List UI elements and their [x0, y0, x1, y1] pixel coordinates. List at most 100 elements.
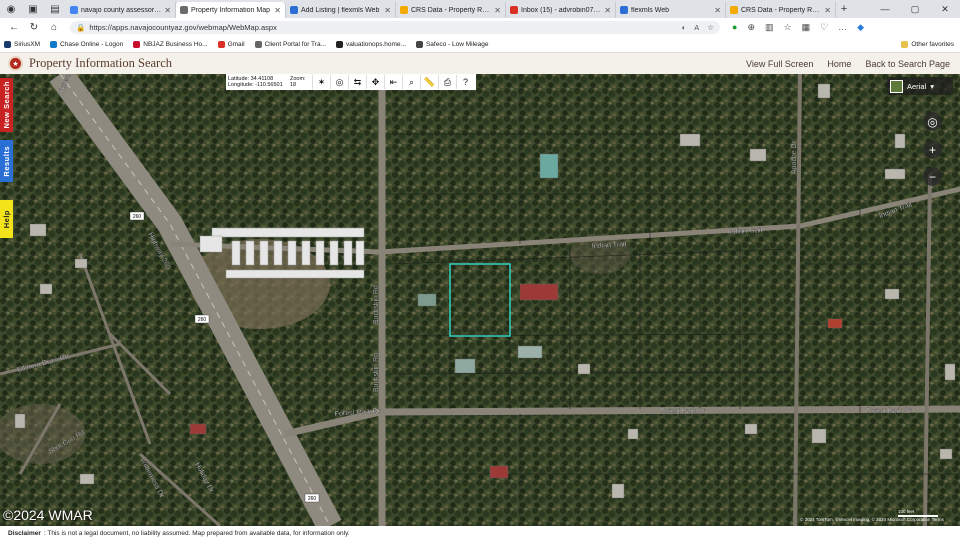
folder-icon — [901, 40, 909, 48]
tab-title: Property Information Map — [191, 6, 270, 14]
bookmark-item[interactable]: Chase Online - Logon — [50, 40, 124, 48]
label-apache-dr: Apache Dr — [791, 140, 798, 174]
zoom-in-button[interactable]: + — [923, 140, 942, 159]
view-full-screen-link[interactable]: View Full Screen — [746, 59, 813, 69]
more-icon[interactable]: … — [838, 22, 847, 33]
address-bar-row: ← ↻ ⌂ 🔒 https://apps.navajocountyaz.gov/… — [0, 18, 960, 36]
help-tab[interactable]: Help — [0, 200, 13, 238]
back-to-search-link[interactable]: Back to Search Page — [865, 59, 950, 69]
tab-title: CRS Data - Property Report fo — [741, 6, 821, 14]
bookmark-label: NBJAZ Business Ho... — [143, 40, 208, 48]
browser-tab[interactable]: Property Information Map ✕ — [176, 2, 286, 18]
measure-tool-icon[interactable]: ⇆ — [348, 75, 366, 89]
locate-me-icon[interactable]: ◎ — [923, 112, 942, 131]
disclaimer-text: : This is not a legal document, no liabi… — [43, 529, 350, 537]
basemap-switcher[interactable]: Aerial ▾ — [887, 77, 953, 95]
ruler-tool-icon[interactable]: 📏 — [420, 75, 438, 89]
browser-tab[interactable]: Inbox (15) - advrobin07@gmai✕ — [506, 2, 616, 18]
close-tab-icon[interactable]: ✕ — [714, 6, 721, 15]
county-seal-icon: ★ — [8, 56, 23, 71]
new-tab-button[interactable]: + — [836, 3, 852, 15]
tab-favicon — [70, 6, 78, 14]
bookmark-item[interactable]: Gmail — [217, 40, 245, 48]
select-tool-icon[interactable]: ⌕ — [402, 75, 420, 89]
url-field[interactable]: 🔒 https://apps.navajocountyaz.gov/webmap… — [70, 20, 720, 34]
extension-icon[interactable]: ⊕ — [747, 22, 755, 33]
window-controls: — ▢ ✕ — [870, 4, 960, 15]
bookmark-icon — [4, 40, 11, 48]
scale-bar: 100 feet — [898, 509, 938, 517]
bookmark-icon — [335, 40, 343, 48]
favorite-star-icon[interactable]: ☆ — [707, 23, 714, 32]
minimize-icon[interactable]: — — [870, 4, 900, 15]
bookmark-icon — [133, 40, 141, 48]
copilot-icon[interactable]: ◆ — [857, 22, 864, 33]
pan-tool-icon[interactable]: ✥ — [366, 75, 384, 89]
help-icon[interactable]: ? — [456, 75, 474, 89]
results-tab[interactable]: Results — [0, 140, 13, 182]
profile-icon[interactable]: ◉ — [0, 0, 22, 18]
page-title: Property Information Search — [29, 56, 173, 70]
label-buckskin-rd-2: Buckskin Rd — [373, 353, 380, 392]
label-buckskin-rd-1: Buckskin Rd — [373, 285, 380, 324]
browser-tab[interactable]: Add Listing | flexmls Web ✕ — [286, 2, 396, 18]
collections-icon[interactable]: ▦ — [802, 22, 811, 33]
bookmark-item[interactable]: valuationops.home... — [335, 40, 406, 48]
tab-actions-icon[interactable]: ▤ — [44, 0, 66, 18]
new-search-tab[interactable]: New Search — [0, 78, 13, 132]
close-tab-icon[interactable]: ✕ — [604, 6, 611, 15]
basemap-label: Aerial — [907, 81, 927, 91]
print-icon[interactable]: ⎙ — [438, 75, 456, 89]
browser-tab[interactable]: CRS Data - Property Report fo✕ — [396, 2, 506, 18]
tab-title: Add Listing | flexmls Web — [301, 6, 380, 14]
read-aloud-icon[interactable]: A — [694, 23, 699, 32]
bookmark-label: Chase Online - Logon — [60, 40, 124, 48]
longitude-readout: Longitude: -110.56501 — [228, 82, 283, 88]
close-window-icon[interactable]: ✕ — [930, 4, 960, 15]
split-screen-icon[interactable]: ▥ — [765, 22, 774, 33]
chevron-down-icon: ▾ — [930, 81, 934, 91]
home-icon[interactable]: ⌂ — [44, 22, 64, 33]
maximize-icon[interactable]: ▢ — [900, 4, 930, 15]
bookmark-item[interactable]: NBJAZ Business Ho... — [133, 40, 208, 48]
tab-favicon — [290, 6, 298, 14]
map-credit: © 2024 TomTom, ©Vexcel Imaging, © 2024 M… — [800, 517, 944, 522]
close-tab-icon[interactable]: ✕ — [384, 6, 391, 15]
bookmark-item[interactable]: SiriusXM — [4, 40, 41, 48]
label-forest-park-2: Forest Park Dr — [660, 408, 706, 415]
zoom-out-button[interactable]: − — [923, 167, 942, 186]
browser-tab[interactable]: CRS Data - Property Report fo✕ — [726, 2, 836, 18]
identify-tool-icon[interactable]: ◎ — [330, 75, 348, 89]
close-tab-icon[interactable]: ✕ — [274, 6, 281, 15]
bookmark-item[interactable]: Safeco - Low Mileage — [415, 40, 488, 48]
refresh-icon[interactable]: ↻ — [24, 22, 44, 33]
watermark: ©2024 WMAR — [3, 507, 93, 523]
tab-favicon — [510, 6, 518, 14]
bookmark-label: SiriusXM — [14, 40, 41, 48]
browser-tab[interactable]: flexmls Web ✕ — [616, 2, 726, 18]
back-arrow-icon[interactable]: ← — [4, 22, 24, 33]
extension-check-icon[interactable]: ● — [732, 22, 737, 33]
bookmark-icon — [254, 40, 262, 48]
tracking-icon[interactable]: ◐ — [682, 23, 687, 32]
pointer-tool-icon[interactable]: ✶ — [312, 75, 330, 89]
bookmark-icon — [217, 40, 225, 48]
aerial-map[interactable]: Highway 260 Highway 260 Indian Trail Ind… — [0, 74, 960, 526]
tab-title: Inbox (15) - advrobin07@gmai — [521, 6, 601, 14]
home-link[interactable]: Home — [827, 59, 851, 69]
tab-favicon — [400, 6, 408, 14]
favorites-icon[interactable]: ☆ — [784, 22, 792, 33]
browser-tab[interactable]: navajo county assessor parcel✕ — [66, 2, 176, 18]
close-tab-icon[interactable]: ✕ — [164, 6, 171, 15]
other-favorites[interactable]: Other favorites — [901, 40, 960, 48]
workspaces-icon[interactable]: ▣ — [22, 0, 44, 18]
url-text: https://apps.navajocountyaz.gov/webmap/W… — [89, 22, 277, 32]
browser-tab-strip: ◉ ▣ ▤ navajo county assessor parcel✕Prop… — [0, 0, 960, 18]
browser-essentials-icon[interactable]: ♡ — [820, 22, 828, 33]
aerial-thumbnail-icon — [890, 79, 903, 93]
close-tab-icon[interactable]: ✕ — [824, 6, 831, 15]
tab-favicon — [730, 6, 738, 14]
previous-extent-icon[interactable]: ⇤ — [384, 75, 402, 89]
bookmark-item[interactable]: Client Portal for Tra... — [254, 40, 326, 48]
close-tab-icon[interactable]: ✕ — [494, 6, 501, 15]
